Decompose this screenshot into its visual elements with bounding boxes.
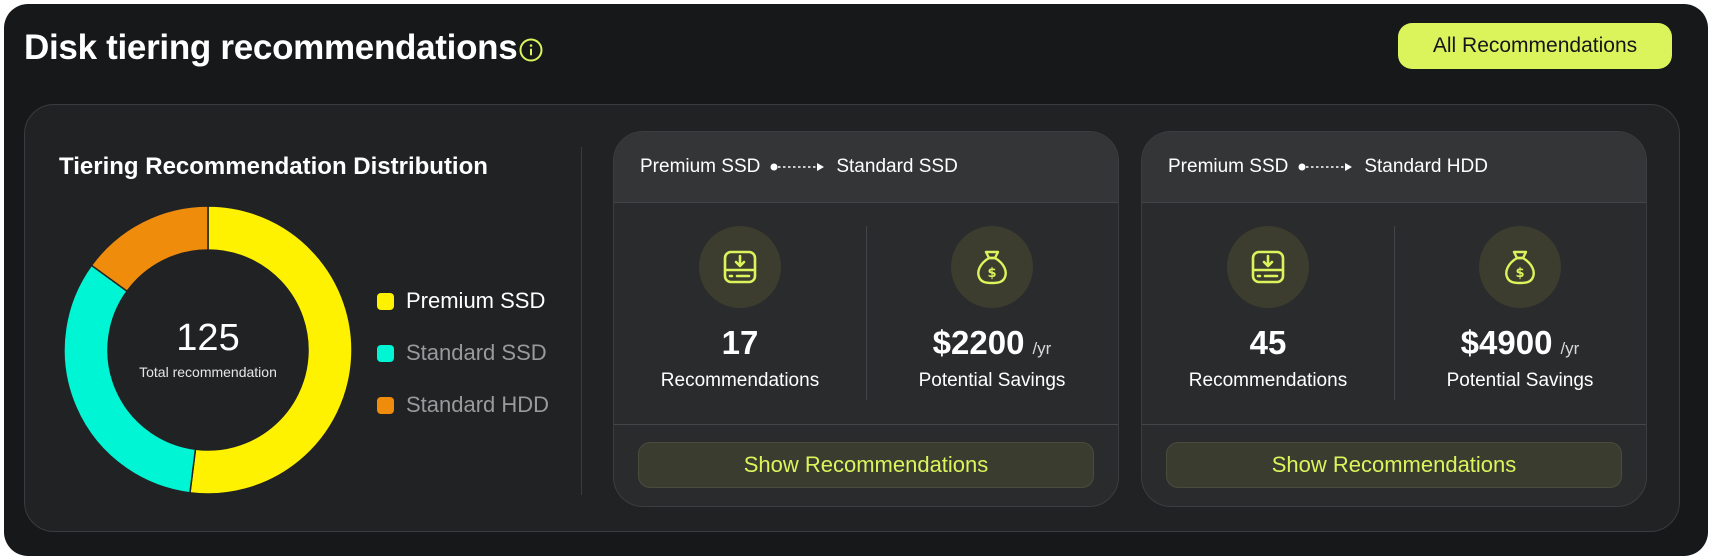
total-label: Total recommendation	[139, 363, 277, 380]
from-tier: Premium SSD	[1168, 156, 1289, 177]
card-divider	[614, 424, 1118, 425]
tier-card-premium-to-standard-hdd: Premium SSD Standard HDD 45 Recommendati…	[1141, 131, 1647, 507]
legend-label: Premium SSD	[406, 288, 546, 313]
total-count: 125	[176, 316, 240, 359]
savings-unit: /yr	[1560, 339, 1580, 358]
savings-label: Potential Savings	[1446, 370, 1594, 391]
disk-download-icon	[1227, 226, 1309, 308]
card-header: Premium SSD Standard SSD	[614, 132, 1118, 203]
section-divider	[581, 147, 582, 495]
dotted-arrow-icon	[770, 163, 825, 171]
legend-swatch	[377, 292, 394, 310]
svg-text:$: $	[987, 266, 996, 281]
chart-legend: Premium SSD Standard SSD Standard HDD	[377, 275, 549, 431]
recommendations-label: Recommendations	[660, 370, 820, 391]
legend-item-standard-hdd[interactable]: Standard HDD	[377, 379, 549, 431]
money-bag-icon: $	[951, 226, 1033, 308]
to-tier: Standard SSD	[836, 156, 958, 177]
legend-label: Standard HDD	[406, 392, 550, 417]
dotted-arrow-icon	[1298, 163, 1353, 171]
to-tier: Standard HDD	[1364, 156, 1488, 177]
from-tier: Premium SSD	[640, 156, 761, 177]
donut-center: 125 Total recommendation	[59, 201, 357, 499]
info-circle-icon[interactable]	[518, 37, 544, 63]
svg-text:$: $	[1515, 266, 1524, 281]
page-title: Disk tiering recommendations	[24, 28, 518, 67]
all-recommendations-button[interactable]: All Recommendations	[1398, 23, 1672, 69]
money-bag-icon: $	[1479, 226, 1561, 308]
show-recommendations-button[interactable]: Show Recommendations	[1166, 442, 1622, 488]
tier-card-premium-to-standard-ssd: Premium SSD Standard SSD 17 Recommendati…	[613, 131, 1119, 507]
recommendations-panel: Tiering Recommendation Distribution 125 …	[24, 104, 1680, 532]
legend-label: Standard SSD	[406, 340, 547, 365]
legend-swatch	[377, 344, 394, 362]
recommendations-count: 45	[1249, 324, 1287, 361]
savings-stat: $ $2200 /yr Potential Savings	[866, 202, 1118, 424]
recommendations-label: Recommendations	[1188, 370, 1348, 391]
savings-amount: $2200 /yr	[932, 324, 1052, 361]
distribution-title: Tiering Recommendation Distribution	[59, 153, 488, 180]
disk-tiering-widget: Disk tiering recommendations All Recomme…	[4, 4, 1708, 556]
recommendations-count: 17	[721, 324, 759, 361]
disk-download-icon	[699, 226, 781, 308]
legend-item-standard-ssd[interactable]: Standard SSD	[377, 327, 549, 379]
savings-unit: /yr	[1032, 339, 1052, 358]
savings-amount: $4900 /yr	[1460, 324, 1580, 361]
legend-swatch	[377, 396, 394, 414]
savings-label: Potential Savings	[918, 370, 1066, 391]
card-header: Premium SSD Standard HDD	[1142, 132, 1646, 203]
legend-item-premium-ssd[interactable]: Premium SSD	[377, 275, 549, 327]
show-recommendations-button[interactable]: Show Recommendations	[638, 442, 1094, 488]
card-divider	[1142, 424, 1646, 425]
recommendations-stat: 17 Recommendations	[614, 202, 866, 424]
recommendations-stat: 45 Recommendations	[1142, 202, 1394, 424]
savings-stat: $ $4900 /yr Potential Savings	[1394, 202, 1646, 424]
